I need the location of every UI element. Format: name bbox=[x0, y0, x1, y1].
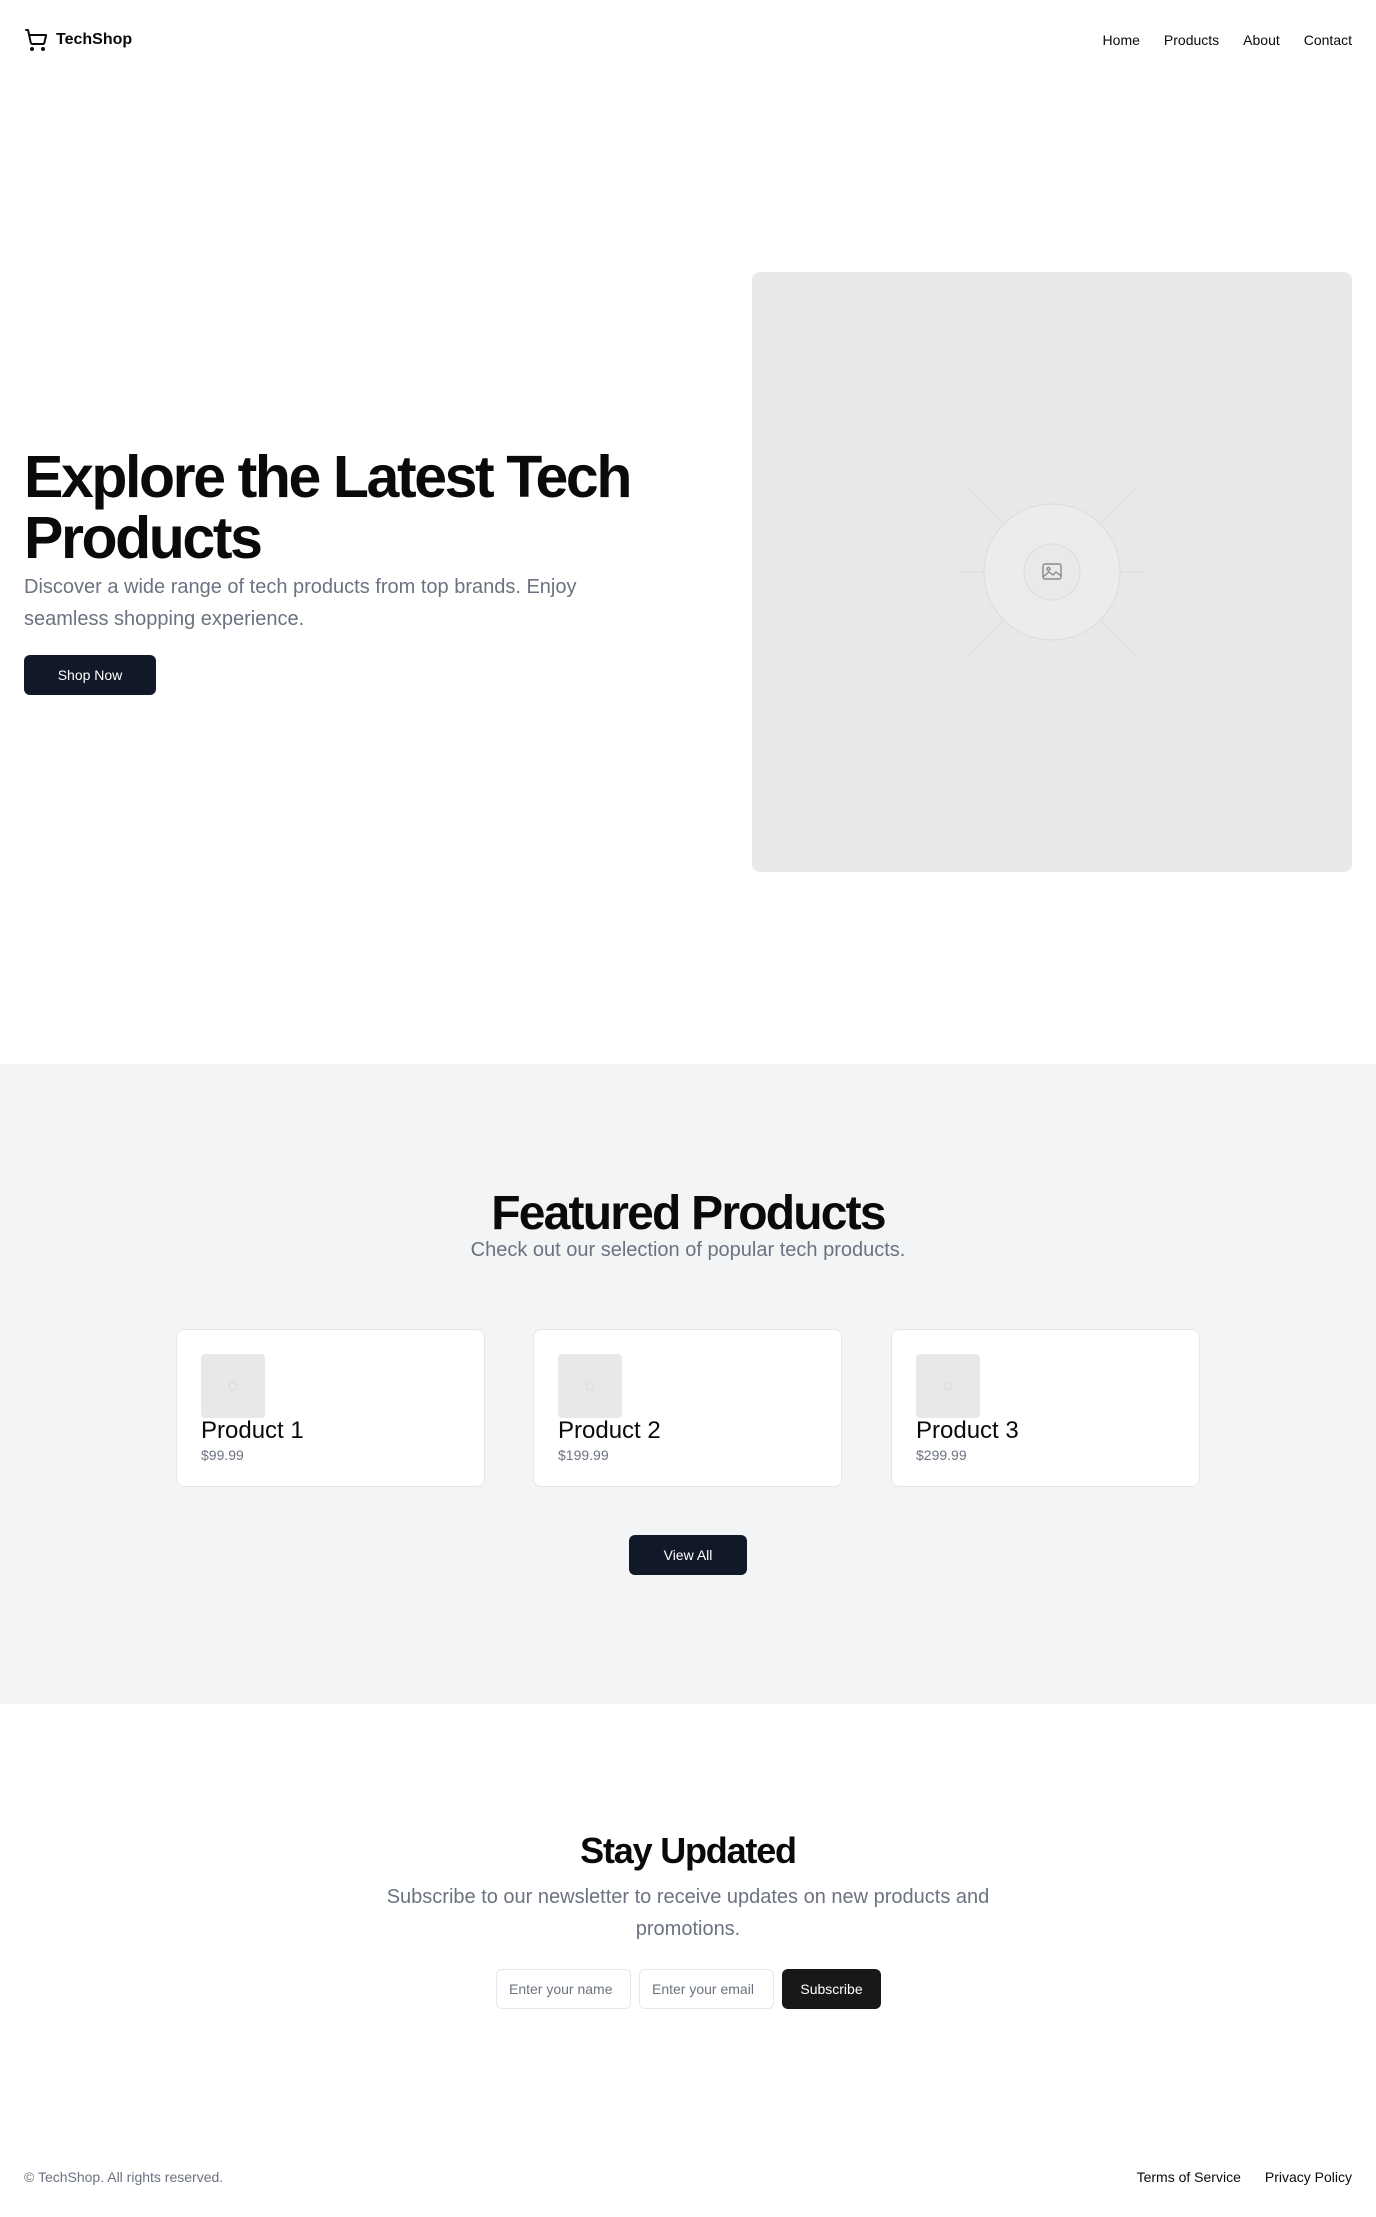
image-placeholder-icon bbox=[585, 1381, 595, 1391]
hero-description: Discover a wide range of tech products f… bbox=[24, 576, 577, 630]
site-header: TechShop Home Products About Contact bbox=[0, 0, 1376, 80]
product-name: Product 2 bbox=[558, 1417, 661, 1444]
product-grid: Product 1 $99.99 Product 2 $199.99 Produ… bbox=[176, 1329, 1200, 1487]
nav-home[interactable]: Home bbox=[1103, 32, 1140, 48]
name-input[interactable] bbox=[496, 1969, 631, 2009]
product-price: $199.99 bbox=[558, 1447, 609, 1463]
newsletter-form: Subscribe bbox=[496, 1969, 881, 2009]
site-footer: © TechShop. All rights reserved. Terms o… bbox=[0, 2152, 1376, 2202]
privacy-link[interactable]: Privacy Policy bbox=[1265, 2169, 1352, 2185]
product-name: Product 3 bbox=[916, 1417, 1019, 1444]
shop-now-button[interactable]: Shop Now bbox=[24, 655, 156, 695]
product-price: $299.99 bbox=[916, 1447, 967, 1463]
image-placeholder-icon bbox=[943, 1381, 953, 1391]
view-all-button[interactable]: View All bbox=[629, 1535, 747, 1575]
featured-section: Featured Products Check out our selectio… bbox=[0, 1064, 1376, 1704]
newsletter-title: Stay Updated bbox=[580, 1830, 797, 1871]
hero-title: Explore the Latest Tech Products bbox=[24, 444, 632, 571]
nav-contact[interactable]: Contact bbox=[1304, 32, 1352, 48]
product-card[interactable]: Product 1 $99.99 bbox=[176, 1329, 485, 1487]
product-price: $99.99 bbox=[201, 1447, 244, 1463]
product-card[interactable]: Product 2 $199.99 bbox=[533, 1329, 842, 1487]
newsletter-subtitle: Subscribe to our newsletter to receive u… bbox=[386, 1886, 990, 1940]
terms-link[interactable]: Terms of Service bbox=[1137, 2169, 1241, 2185]
hero-section: Explore the Latest Tech Products Discove… bbox=[0, 80, 1376, 1064]
product-image bbox=[916, 1354, 980, 1418]
product-name: Product 1 bbox=[201, 1417, 304, 1444]
image-placeholder-icon bbox=[962, 486, 1142, 658]
main-nav: Home Products About Contact bbox=[1103, 32, 1352, 48]
subscribe-button[interactable]: Subscribe bbox=[782, 1969, 881, 2009]
brand-link[interactable]: TechShop bbox=[24, 28, 132, 52]
brand-name: TechShop bbox=[56, 31, 133, 48]
nav-products[interactable]: Products bbox=[1164, 32, 1219, 48]
product-card[interactable]: Product 3 $299.99 bbox=[891, 1329, 1200, 1487]
email-input[interactable] bbox=[639, 1969, 774, 2009]
image-placeholder-icon bbox=[228, 1381, 238, 1391]
newsletter-section: Stay Updated Subscribe to our newsletter… bbox=[0, 1704, 1376, 2124]
product-image bbox=[201, 1354, 265, 1418]
nav-about[interactable]: About bbox=[1243, 32, 1280, 48]
shopping-cart-icon bbox=[24, 28, 48, 52]
featured-subtitle: Check out our selection of popular tech … bbox=[470, 1239, 906, 1261]
hero-text: Explore the Latest Tech Products Discove… bbox=[24, 447, 684, 695]
footer-links: Terms of Service Privacy Policy bbox=[1137, 2169, 1352, 2185]
hero-image bbox=[752, 272, 1352, 872]
copyright-text: © TechShop. All rights reserved. bbox=[24, 2169, 224, 2185]
product-image bbox=[558, 1354, 622, 1418]
